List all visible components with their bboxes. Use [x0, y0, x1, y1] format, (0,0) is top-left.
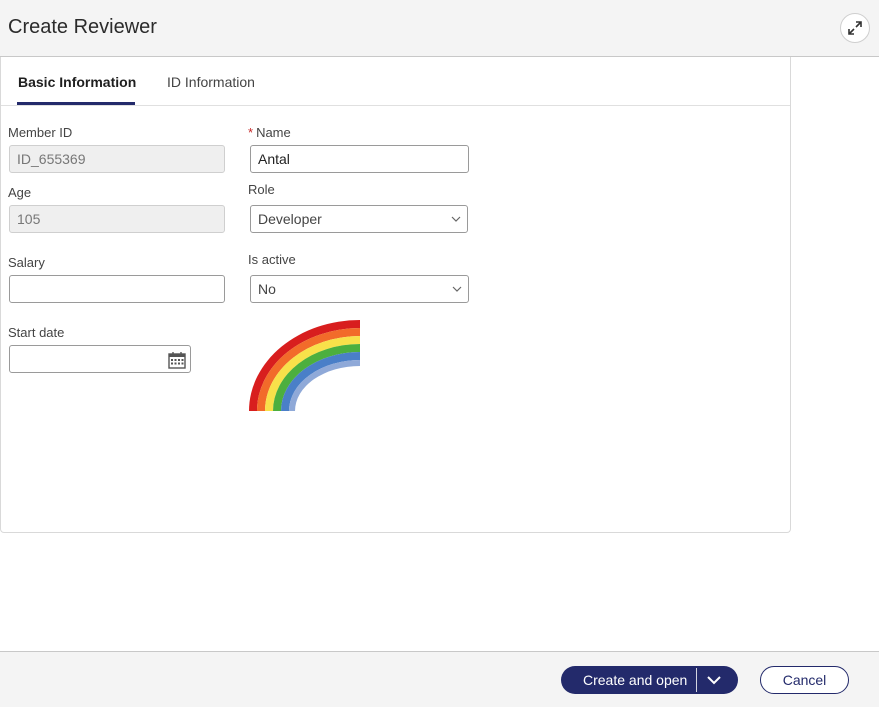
name-field[interactable] — [250, 145, 469, 173]
tab-bar: Basic Information ID Information — [1, 57, 790, 106]
start-date-label: Start date — [8, 325, 65, 340]
required-marker: * — [248, 125, 254, 140]
dialog-header: Create Reviewer — [0, 0, 879, 57]
is-active-value: No — [258, 281, 276, 297]
age-label: Age — [8, 185, 32, 200]
dialog-title: Create Reviewer — [8, 16, 157, 38]
name-label: * Name — [248, 125, 291, 140]
salary-label: Salary — [8, 255, 45, 270]
is-active-select[interactable]: No — [250, 275, 469, 303]
start-date-field[interactable] — [9, 345, 191, 373]
member-id-field[interactable] — [9, 145, 225, 173]
chevron-down-icon[interactable] — [706, 674, 722, 686]
dialog-footer: Create and open Cancel — [0, 651, 879, 707]
age-field[interactable] — [9, 205, 225, 233]
role-label: Role — [248, 182, 275, 197]
form-panel: Basic Information ID Information Member … — [0, 57, 791, 533]
is-active-label: Is active — [248, 252, 296, 267]
expand-arrows-icon — [848, 21, 862, 35]
expand-button[interactable] — [840, 13, 870, 43]
rainbow-image — [249, 320, 360, 411]
create-and-open-button[interactable]: Create and open — [561, 666, 738, 694]
cancel-button[interactable]: Cancel — [760, 666, 849, 694]
button-divider — [696, 668, 697, 692]
tab-id-information[interactable]: ID Information — [167, 74, 255, 90]
tab-basic-information[interactable]: Basic Information — [18, 74, 136, 90]
create-and-open-label: Create and open — [583, 672, 688, 688]
role-select[interactable]: Developer — [250, 205, 468, 233]
name-label-text: Name — [256, 125, 291, 140]
calendar-icon[interactable] — [168, 351, 186, 369]
chevron-down-icon — [451, 216, 461, 222]
chevron-down-icon — [452, 286, 462, 292]
salary-field[interactable] — [9, 275, 225, 303]
role-value: Developer — [258, 211, 322, 227]
active-tab-indicator — [17, 102, 135, 105]
member-id-label: Member ID — [8, 125, 73, 140]
